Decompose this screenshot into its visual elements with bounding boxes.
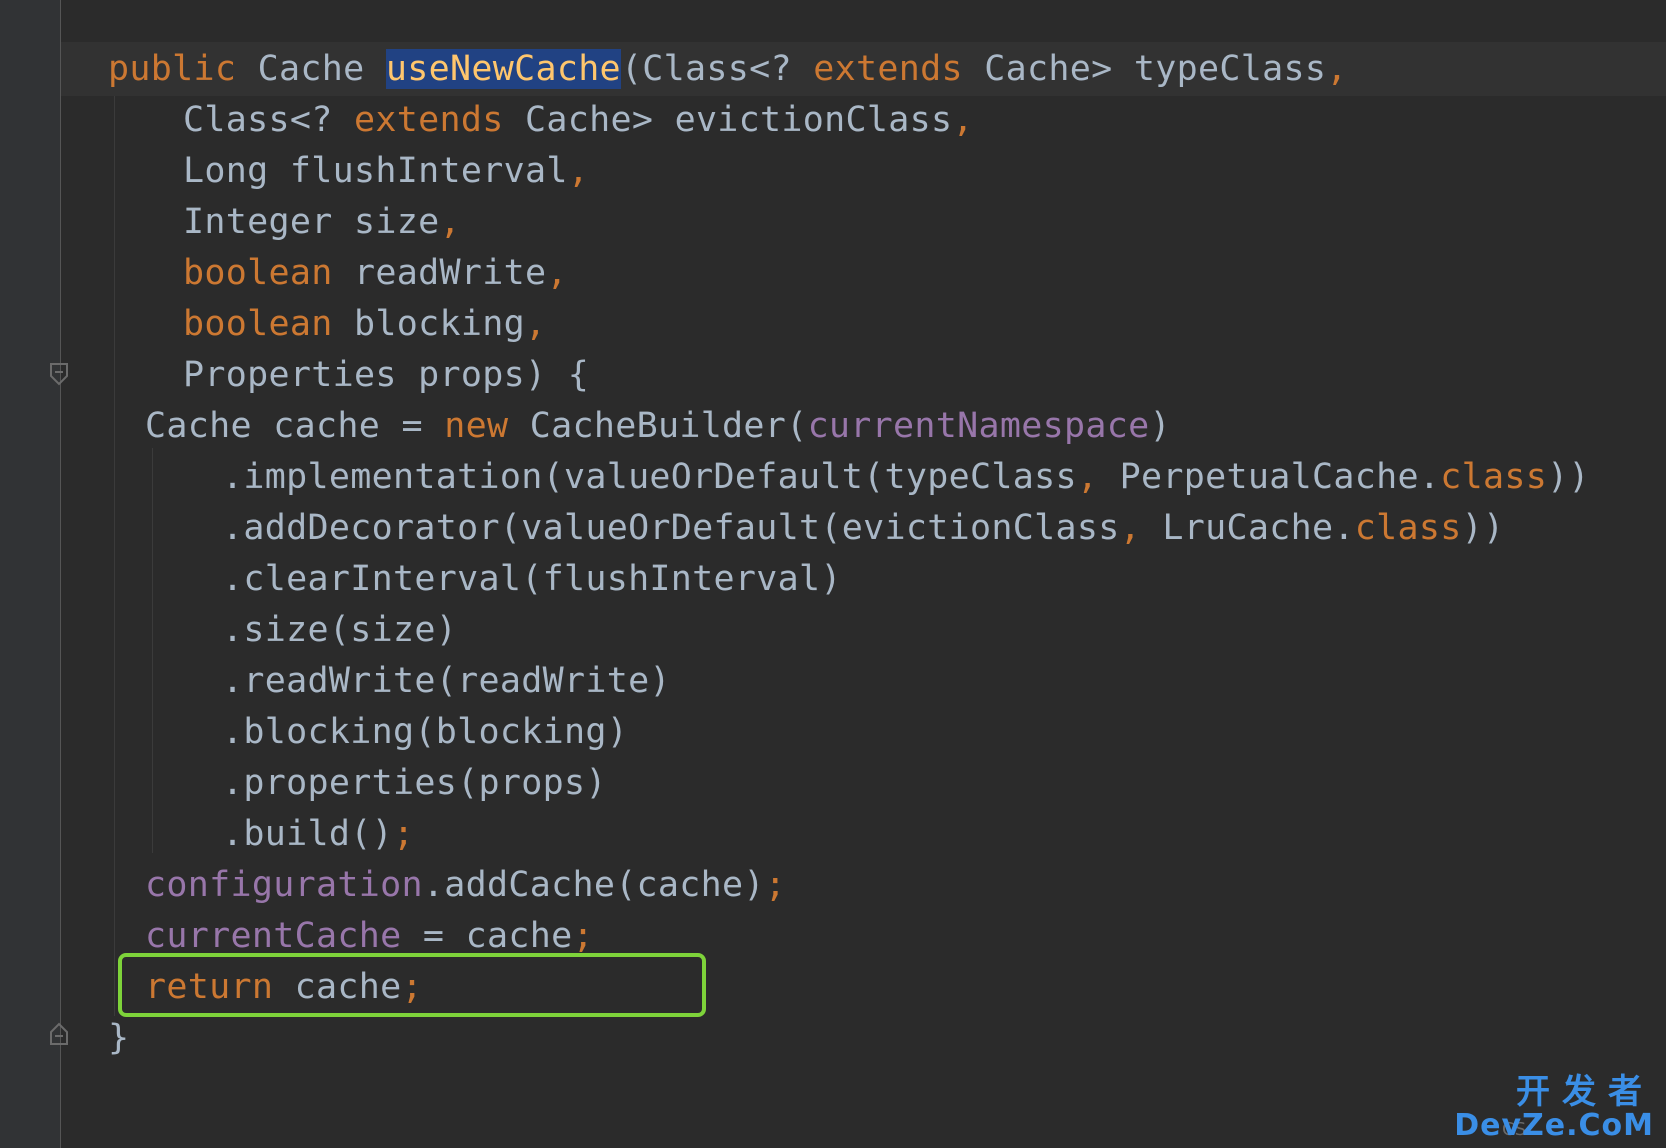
code-token: LruCache. (1141, 508, 1355, 548)
fold-end-icon[interactable] (49, 1022, 69, 1046)
code-line[interactable]: .blocking(blocking) (222, 705, 628, 759)
code-line[interactable]: Properties props) { (183, 348, 589, 402)
code-line[interactable]: .build(); (222, 807, 414, 861)
code-token: , (1076, 457, 1099, 497)
code-line[interactable]: .size(size) (222, 603, 457, 657)
code-token: extends (353, 100, 504, 140)
code-token: currentCache (145, 916, 402, 956)
code-token: Long flushInterval (183, 151, 568, 191)
code-token: Properties props) { (183, 355, 590, 395)
code-token: ; (764, 865, 787, 905)
code-token: )) (1461, 508, 1505, 548)
code-line[interactable]: Integer size, (183, 195, 461, 249)
code-token: Class<? (183, 100, 354, 140)
code-token: ) (1149, 406, 1171, 446)
code-line[interactable]: boolean readWrite, (183, 246, 568, 300)
code-token: useNewCache (385, 49, 621, 89)
code-line[interactable]: Long flushInterval, (183, 144, 589, 198)
code-token: } (108, 1018, 130, 1058)
code-token: .addDecorator(valueOrDefault(evictionCla… (222, 508, 1120, 548)
code-token: .properties(props) (222, 763, 607, 803)
highlight-annotation-box (118, 953, 706, 1017)
code-token: currentNamespace (807, 406, 1150, 446)
code-line[interactable]: .readWrite(readWrite) (222, 654, 671, 708)
code-line[interactable]: .addDecorator(valueOrDefault(evictionCla… (222, 501, 1504, 555)
code-token: , (524, 304, 547, 344)
code-line[interactable]: .properties(props) (222, 756, 607, 810)
code-token: class (1440, 457, 1548, 497)
code-token: .implementation(valueOrDefault(typeClass (222, 457, 1077, 497)
code-token: = cache (401, 916, 573, 956)
code-token: blocking (332, 304, 525, 344)
editor-gutter (0, 0, 60, 1148)
code-line[interactable]: } (108, 1011, 129, 1065)
code-token: Cache> evictionClass (503, 100, 953, 140)
code-token: ; (392, 814, 415, 854)
code-token: (Class<? (620, 49, 814, 89)
code-token: .size(size) (222, 610, 458, 650)
code-line[interactable]: boolean blocking, (183, 297, 546, 351)
code-token: , (439, 202, 461, 242)
code-token: boolean (183, 304, 333, 344)
code-token: .addCache(cache) (422, 865, 765, 905)
code-line[interactable]: .clearInterval(flushInterval) (222, 552, 842, 606)
code-token: , (1119, 508, 1141, 548)
watermark-chinese: 开发者 (1516, 1072, 1654, 1112)
code-token: Cache (236, 49, 386, 89)
code-line[interactable]: .implementation(valueOrDefault(typeClass… (222, 450, 1590, 504)
code-token: PerpetualCache. (1098, 457, 1441, 497)
watermark: 开发者 DevZe.CoM (1454, 1074, 1654, 1142)
code-token: readWrite (332, 253, 547, 293)
code-token: , (546, 253, 568, 293)
code-line[interactable]: public Cache useNewCache(Class<? extends… (108, 42, 1348, 96)
code-token: Integer size (183, 202, 440, 242)
code-token: .clearInterval(flushInterval) (222, 559, 842, 599)
code-line[interactable]: Cache cache = new CacheBuilder(currentNa… (145, 399, 1171, 453)
code-line[interactable]: configuration.addCache(cache); (145, 858, 786, 912)
code-token: , (952, 100, 974, 140)
code-token: new (444, 406, 509, 446)
code-token: , (567, 151, 590, 191)
code-token: configuration (145, 865, 423, 905)
indent-guide (152, 448, 153, 853)
code-token: boolean (183, 253, 333, 293)
code-token: class (1354, 508, 1462, 548)
code-token: .blocking(blocking) (222, 712, 629, 752)
code-token: public (108, 49, 237, 89)
code-token: )) (1547, 457, 1590, 497)
code-token: Cache> typeClass (962, 49, 1327, 89)
indent-guide (114, 96, 115, 1016)
watermark-english: DevZe.CoM (1454, 1108, 1654, 1143)
code-token: .readWrite(readWrite) (222, 661, 671, 701)
code-token: ; (572, 916, 594, 956)
code-token: extends (813, 49, 963, 89)
code-line[interactable]: Class<? extends Cache> evictionClass, (183, 93, 974, 147)
code-token: .build() (222, 814, 393, 854)
code-token: CacheBuilder( (508, 406, 808, 446)
gutter-divider (60, 0, 61, 1148)
code-token: , (1326, 49, 1348, 89)
code-token: Cache cache = (145, 406, 445, 446)
fold-collapse-icon[interactable] (49, 362, 69, 386)
